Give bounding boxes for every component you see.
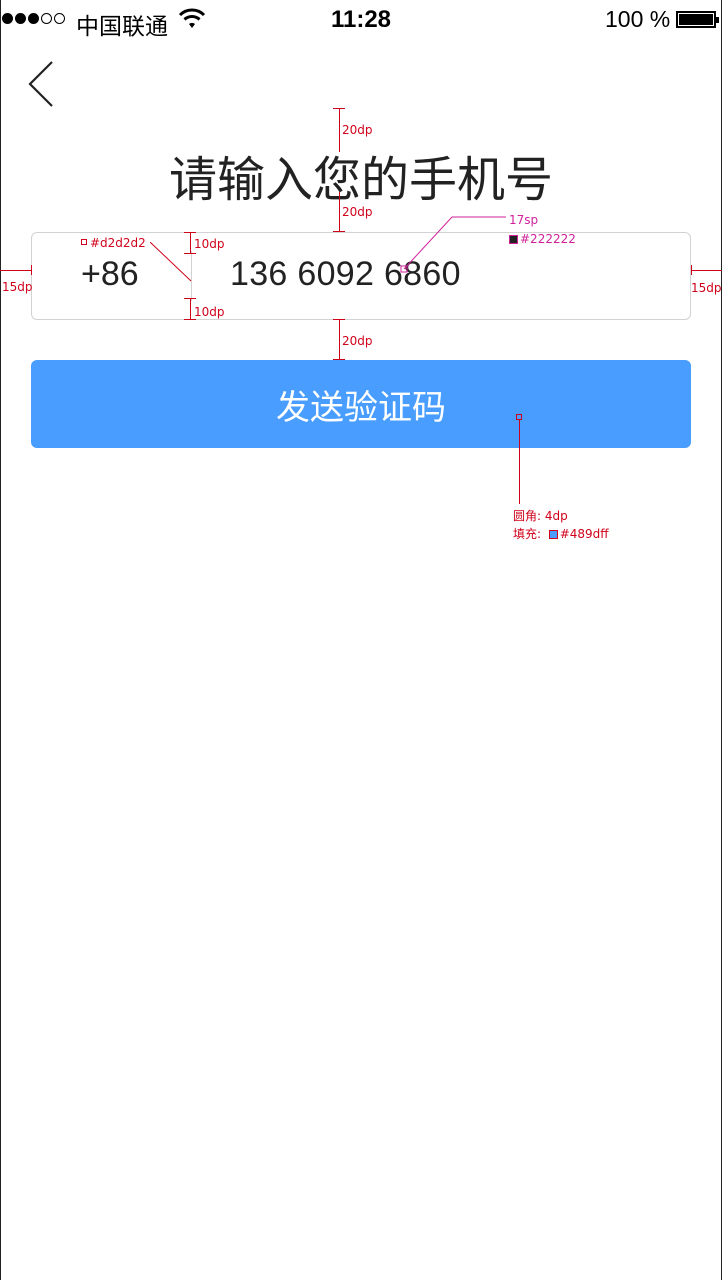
spec-gap-top: 20dp [342, 123, 373, 137]
spec-fill: 填充: #489dff [513, 527, 609, 541]
spec-margin-right: 15dp [691, 281, 722, 295]
spec-line [190, 298, 191, 320]
spec-tick [333, 231, 345, 232]
send-code-button[interactable]: 发送验证码 [31, 360, 691, 448]
spec-line [691, 270, 722, 271]
spec-tick [333, 359, 345, 360]
spec-pad-top: 10dp [194, 237, 225, 251]
spec-margin-left: 15dp [2, 280, 33, 294]
battery-icon [676, 11, 719, 28]
spec-line [190, 232, 191, 254]
spec-swatch [81, 239, 87, 245]
spec-tick [691, 265, 692, 275]
spec-font-size: 17sp [509, 213, 539, 227]
spec-radius: 圆角: 4dp [513, 509, 568, 523]
battery-percent: 100 % [605, 6, 671, 32]
country-code[interactable]: +86 [81, 255, 139, 294]
spec-tick [184, 253, 196, 254]
spec-line [339, 108, 340, 152]
spec-gap-input-button: 20dp [342, 334, 373, 348]
spec-leader-line [150, 242, 192, 282]
spec-border-color: #d2d2d2 [90, 236, 146, 250]
chevron-left-icon[interactable] [26, 60, 60, 108]
spec-line [339, 319, 340, 360]
spec-leader-line-magenta [400, 216, 506, 273]
spec-gap-title-input: 20dp [342, 205, 373, 219]
spec-line [0, 270, 31, 271]
spec-line [339, 192, 340, 232]
spec-tick [184, 319, 196, 320]
page-title: 请输入您的手机号 [168, 154, 553, 207]
spec-text-color: #222222 [509, 232, 576, 246]
spec-pad-bottom: 10dp [194, 305, 225, 319]
spec-line [519, 420, 520, 504]
spec-tick [31, 265, 32, 275]
status-bar: 中国联通 11:28 100 % [0, 0, 722, 40]
